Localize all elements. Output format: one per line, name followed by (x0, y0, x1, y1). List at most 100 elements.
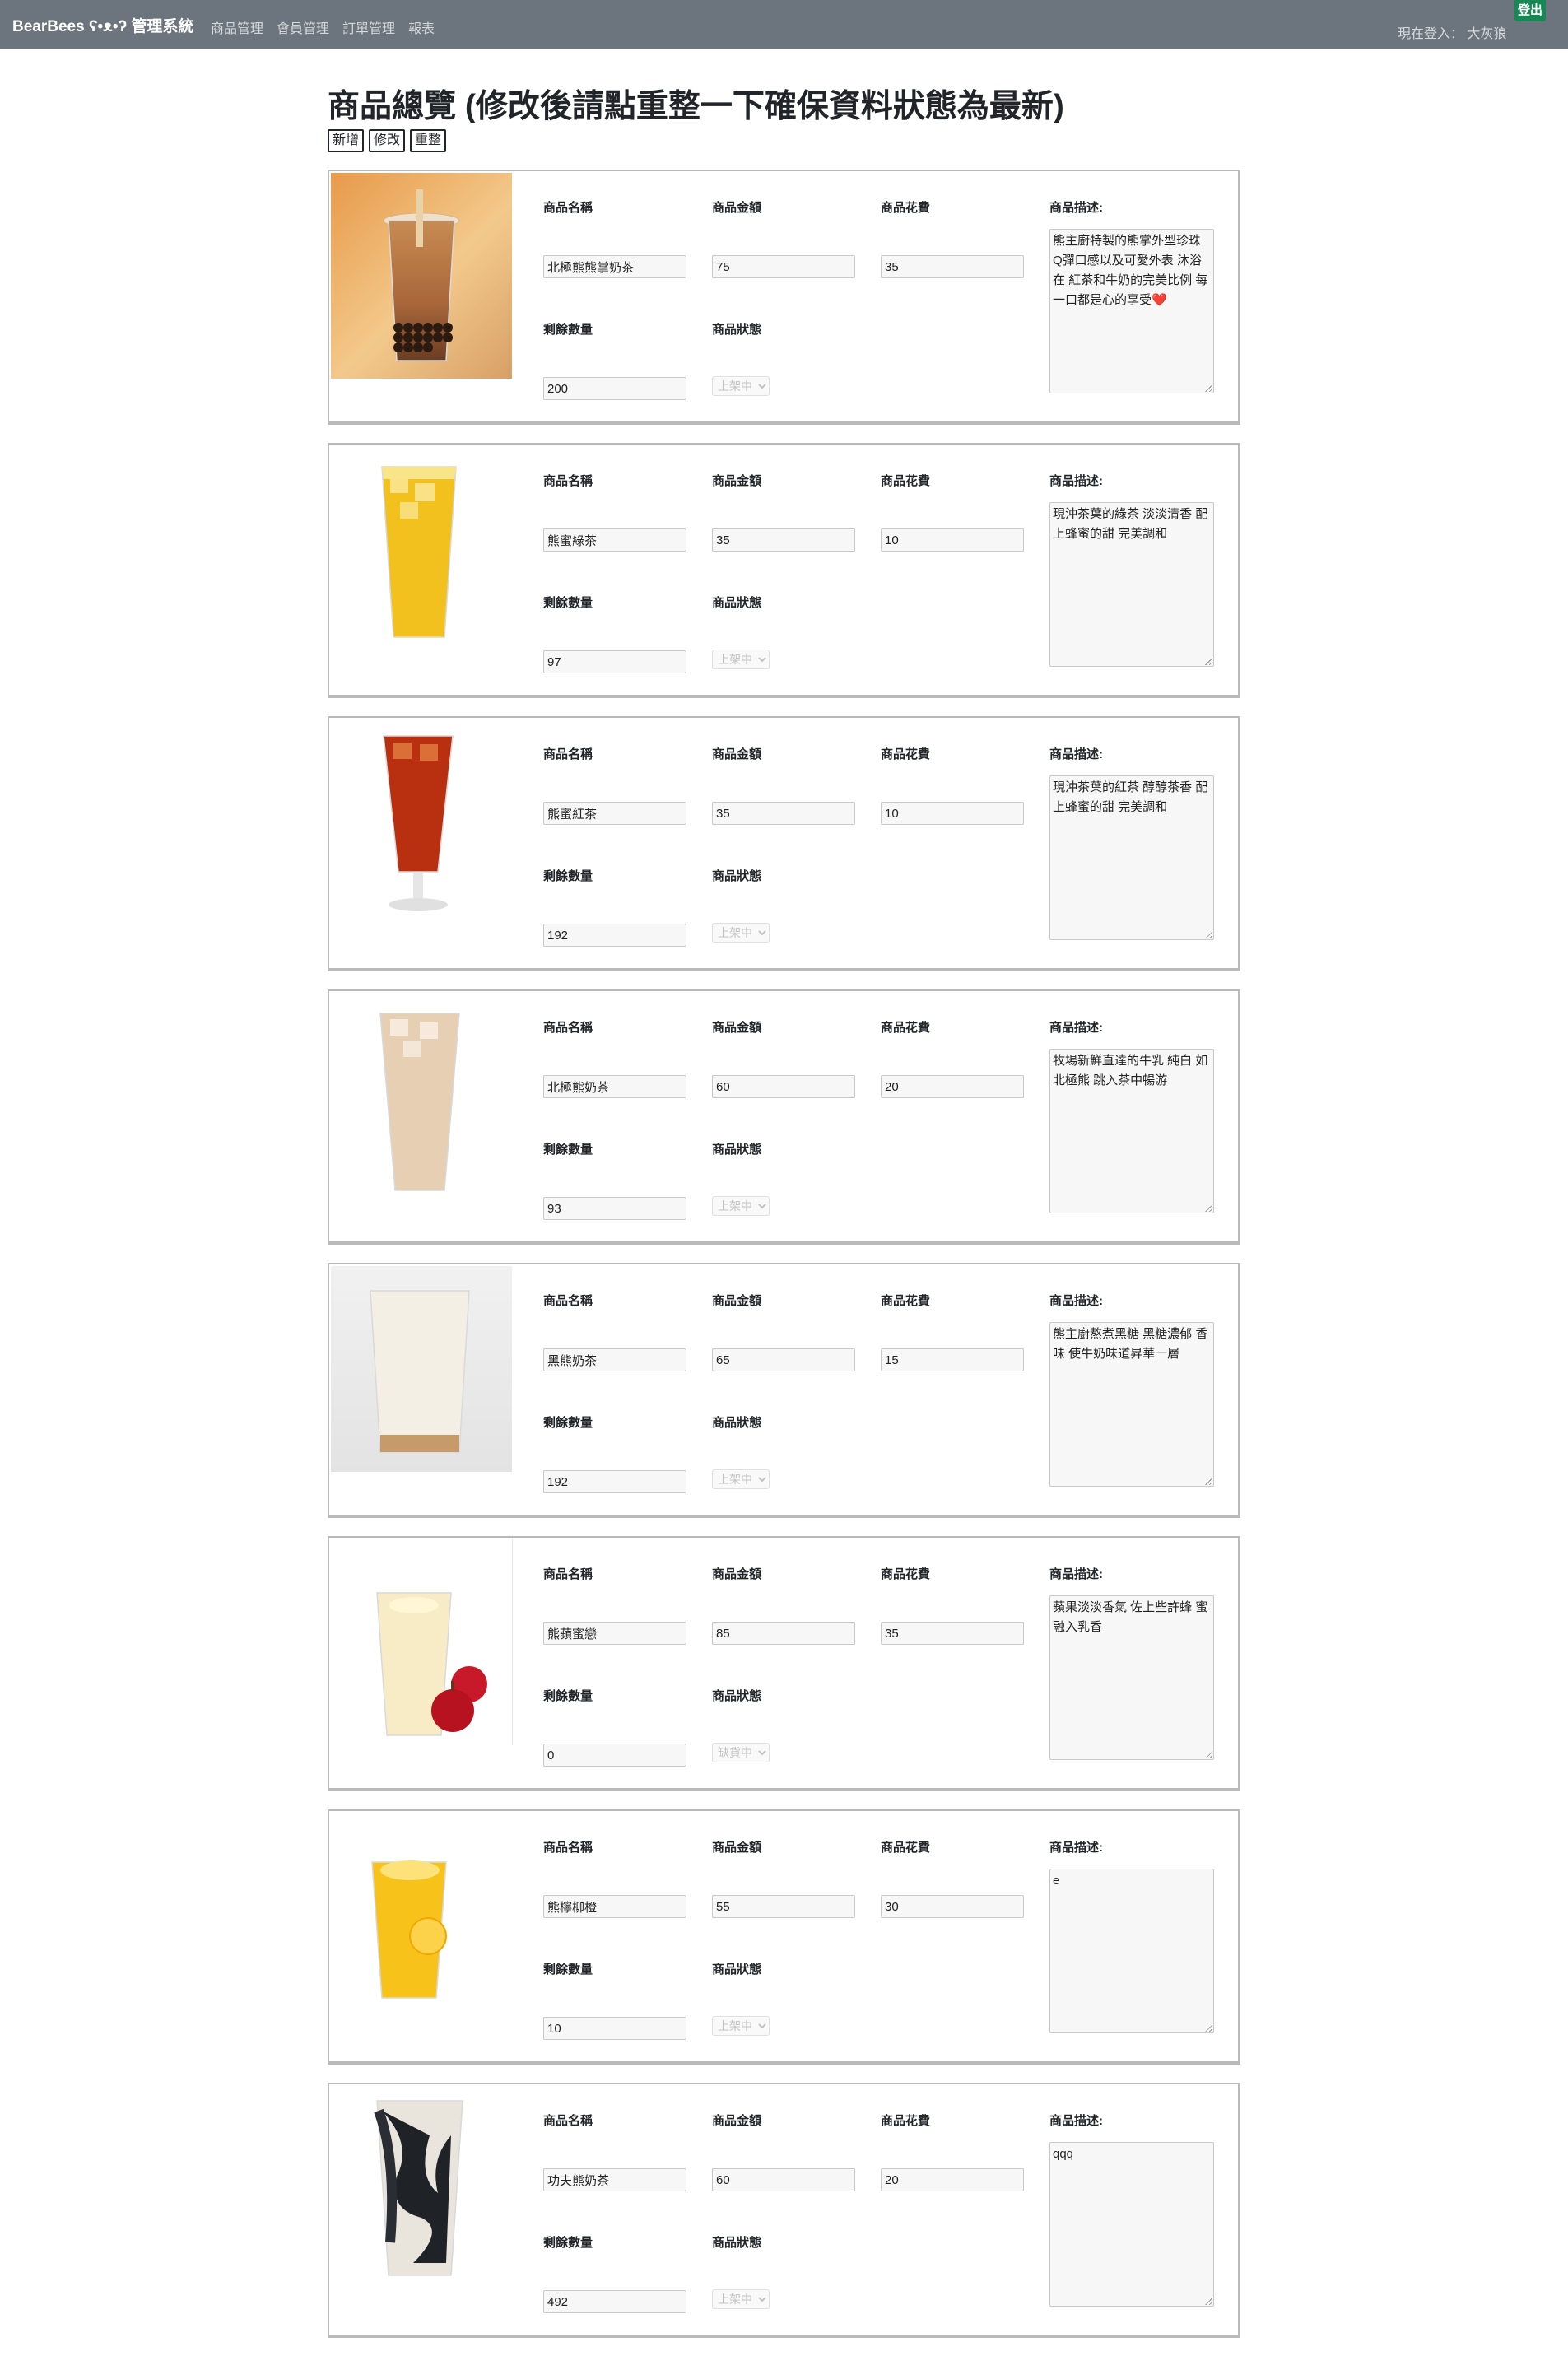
logout-button[interactable]: 登出 (1514, 0, 1546, 21)
product-cost-input[interactable] (881, 1075, 1024, 1098)
product-price-input[interactable] (712, 1622, 855, 1645)
product-name-input[interactable] (543, 1895, 686, 1918)
product-status-select[interactable]: 上架中 (712, 376, 770, 396)
product-price-input[interactable] (712, 1075, 855, 1098)
product-status-label: 商品狀態 (712, 869, 762, 883)
product-card: 商品名稱 商品金額 商品花費 商品描述: 牧場新鮮直達的牛乳 純白 如北極熊 跳入茶中暢… (328, 989, 1240, 1245)
product-description-label: 商品描述: (1049, 1294, 1103, 1308)
product-status-select[interactable]: 上架中 (712, 1469, 770, 1489)
product-stock-input[interactable] (543, 650, 686, 673)
edit-button[interactable]: 修改 (369, 129, 406, 152)
product-stock-input[interactable] (543, 1197, 686, 1220)
product-price-label: 商品金額 (712, 2114, 762, 2128)
product-status-select[interactable]: 缺貨中 (712, 1743, 770, 1762)
product-cost-label: 商品花費 (881, 1021, 931, 1035)
product-cost-label: 商品花費 (881, 1841, 931, 1855)
nav-link-orders[interactable]: 訂單管理 (342, 17, 395, 37)
product-name-input[interactable] (543, 1622, 686, 1645)
product-stock-input[interactable] (543, 2017, 686, 2040)
product-list: 商品名稱商品金額商品花費商品描述:熊主廚特製的熊掌外型珍珠 Q彈口感以及可愛外表… (328, 170, 1240, 2356)
product-name-input[interactable] (543, 528, 686, 552)
product-description-label: 商品描述: (1049, 201, 1103, 215)
product-stock-label: 剩餘數量 (543, 869, 593, 883)
product-stock-label: 剩餘數量 (543, 596, 593, 610)
product-cost-label: 商品花費 (881, 474, 931, 488)
product-status-label: 商品狀態 (712, 323, 762, 337)
product-cost-label: 商品花費 (881, 2114, 931, 2128)
product-name-input[interactable] (543, 1075, 686, 1098)
product-name-label: 商品名稱 (543, 474, 593, 488)
product-description-textarea[interactable]: 熊主廚特製的熊掌外型珍珠 Q彈口感以及可愛外表 沐浴在 紅茶和牛奶的完美比例 每… (1049, 229, 1214, 393)
product-price-label: 商品金額 (712, 1021, 762, 1035)
product-name-input[interactable] (543, 255, 686, 278)
product-stock-input[interactable] (543, 924, 686, 947)
product-name-input[interactable] (543, 1348, 686, 1371)
product-cost-input[interactable] (881, 1348, 1024, 1371)
product-name-label: 商品名稱 (543, 201, 593, 215)
product-cost-input[interactable] (881, 802, 1024, 825)
product-price-input[interactable] (712, 255, 855, 278)
product-price-input[interactable] (712, 1895, 855, 1918)
product-description-textarea[interactable]: 熊主廚熬煮黑糖 黑糖濃郁 香味 使牛奶味道昇華一層 (1049, 1322, 1214, 1487)
product-price-input[interactable] (712, 1348, 855, 1371)
product-stock-label: 剩餘數量 (543, 323, 593, 337)
product-status-select[interactable]: 上架中 (712, 650, 770, 669)
product-cost-input[interactable] (881, 1895, 1024, 1918)
product-cost-input[interactable] (881, 255, 1024, 278)
page-title: 商品總覽 (修改後請點重整一下確保資料狀態為最新) (328, 89, 1064, 124)
product-card: 商品名稱 商品金額 商品花費 商品描述: 現沖茶葉的紅茶 醇醇茶香 配上蜂蜜的甜 完美調… (328, 716, 1240, 971)
product-price-input[interactable] (712, 2168, 855, 2191)
product-image (331, 719, 512, 925)
product-description-textarea[interactable]: qqq (1049, 2142, 1214, 2307)
product-name-label: 商品名稱 (543, 1021, 593, 1035)
product-cost-input[interactable] (881, 1622, 1024, 1645)
product-card: 商品名稱 商品金額 商品花費 商品描述: 熊主廚特製的熊掌外型珍珠 Q彈口感以及可愛外表… (328, 170, 1240, 425)
product-price-label: 商品金額 (712, 1294, 762, 1308)
product-card: 商品名稱 商品金額 商品花費 商品描述: 現沖茶葉的綠茶 淡淡清香 配上蜂蜜的甜 完美調… (328, 443, 1240, 698)
product-name-label: 商品名稱 (543, 1294, 593, 1308)
product-status-select[interactable]: 上架中 (712, 1196, 770, 1216)
add-button[interactable]: 新增 (328, 129, 365, 152)
toolbar: 新增 修改 重整 (328, 129, 447, 152)
product-stock-input[interactable] (543, 1744, 686, 1767)
product-card: 商品名稱 商品金額 商品花費 商品描述: e 剩餘數量 商品狀態上架中 (328, 1809, 1240, 2065)
nav-link-members[interactable]: 會員管理 (277, 17, 329, 37)
product-card: 商品名稱 商品金額 商品花費 商品描述: 蘋果淡淡香氣 佐上些許蜂 蜜 融入乳香剩餘數量… (328, 1536, 1240, 1791)
product-cost-label: 商品花費 (881, 201, 931, 215)
product-name-label: 商品名稱 (543, 2114, 593, 2128)
product-stock-input[interactable] (543, 377, 686, 400)
product-description-label: 商品描述: (1049, 2114, 1103, 2128)
product-cost-input[interactable] (881, 528, 1024, 552)
product-description-label: 商品描述: (1049, 1567, 1103, 1581)
brand-title[interactable]: BearBees ʕ•ᴥ•ʔ 管理系統 (12, 14, 193, 36)
product-price-input[interactable] (712, 528, 855, 552)
product-name-input[interactable] (543, 2168, 686, 2191)
product-stock-input[interactable] (543, 1470, 686, 1493)
product-description-textarea[interactable]: 現沖茶葉的綠茶 淡淡清香 配上蜂蜜的甜 完美調和 (1049, 502, 1214, 667)
product-stock-input[interactable] (543, 2290, 686, 2313)
product-status-select[interactable]: 上架中 (712, 923, 770, 943)
product-description-textarea[interactable]: e (1049, 1869, 1214, 2033)
product-price-input[interactable] (712, 802, 855, 825)
product-price-label: 商品金額 (712, 474, 762, 488)
product-description-textarea[interactable]: 現沖茶葉的紅茶 醇醇茶香 配上蜂蜜的甜 完美調和 (1049, 775, 1214, 940)
product-status-select[interactable]: 上架中 (712, 2016, 770, 2036)
product-image (331, 1813, 512, 2018)
product-price-label: 商品金額 (712, 1567, 762, 1581)
nav-link-products[interactable]: 商品管理 (211, 17, 263, 37)
product-stock-label: 剩餘數量 (543, 1689, 593, 1703)
product-cost-input[interactable] (881, 2168, 1024, 2191)
product-name-label: 商品名稱 (543, 1841, 593, 1855)
refresh-button[interactable]: 重整 (410, 129, 447, 152)
product-image (331, 1266, 512, 1472)
product-status-label: 商品狀態 (712, 1963, 762, 1977)
product-status-select[interactable]: 上架中 (712, 2289, 770, 2309)
product-description-label: 商品描述: (1049, 1021, 1103, 1035)
top-navbar: BearBees ʕ•ᴥ•ʔ 管理系統 商品管理 會員管理 訂單管理 報表 現在… (0, 0, 1568, 49)
product-cost-label: 商品花費 (881, 747, 931, 761)
product-name-input[interactable] (543, 802, 686, 825)
product-stock-label: 剩餘數量 (543, 2236, 593, 2250)
product-description-textarea[interactable]: 牧場新鮮直達的牛乳 純白 如北極熊 跳入茶中暢游 (1049, 1049, 1214, 1213)
nav-link-reports[interactable]: 報表 (408, 17, 435, 37)
product-description-textarea[interactable]: 蘋果淡淡香氣 佐上些許蜂 蜜 融入乳香 (1049, 1595, 1214, 1760)
